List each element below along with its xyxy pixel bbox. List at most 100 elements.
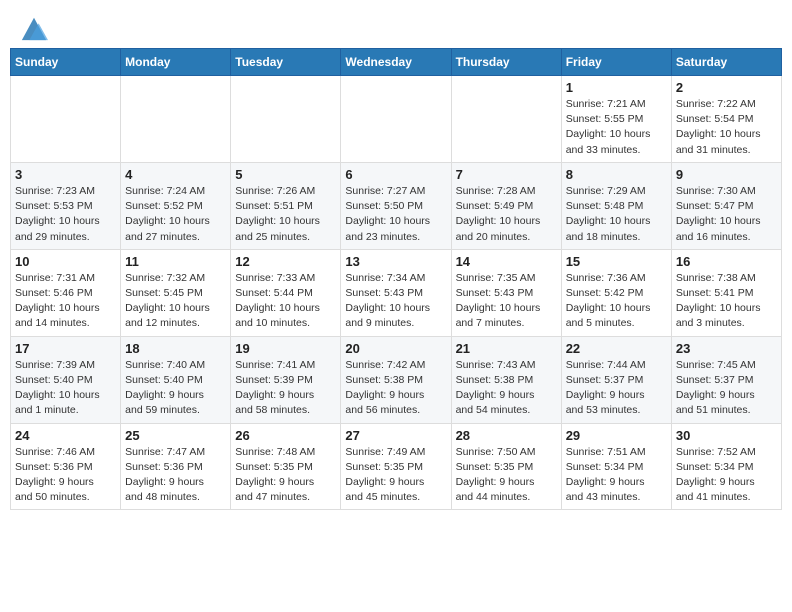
calendar-week-row: 17 Sunrise: 7:39 AMSunset: 5:40 PMDayligh… [11, 336, 782, 423]
day-info: Sunrise: 7:50 AMSunset: 5:35 PMDaylight:… [456, 445, 557, 506]
calendar-day-cell: 10 Sunrise: 7:31 AMSunset: 5:46 PMDayligh… [11, 249, 121, 336]
day-number: 24 [15, 428, 116, 443]
day-number: 13 [345, 254, 446, 269]
calendar-body: 1 Sunrise: 7:21 AMSunset: 5:55 PMDaylight… [11, 76, 782, 510]
day-number: 30 [676, 428, 777, 443]
day-number: 4 [125, 167, 226, 182]
calendar-day-cell: 6Sunrise: 7:27 AMSunset: 5:50 PMDaylight… [341, 162, 451, 249]
calendar-day-cell: 3 Sunrise: 7:23 AMSunset: 5:53 PMDaylight… [11, 162, 121, 249]
day-number: 10 [15, 254, 116, 269]
calendar-day-cell: 22 Sunrise: 7:44 AMSunset: 5:37 PMDayligh… [561, 336, 671, 423]
day-number: 27 [345, 428, 446, 443]
day-number: 1 [566, 80, 667, 95]
calendar-day-cell: 30Sunrise: 7:52 AMSunset: 5:34 PMDayligh… [671, 423, 781, 510]
calendar-day-cell: 19 Sunrise: 7:41 AMSunset: 5:39 PMDayligh… [231, 336, 341, 423]
day-number: 25 [125, 428, 226, 443]
calendar-day-cell [451, 76, 561, 163]
weekday-header-cell: Saturday [671, 49, 781, 76]
day-number: 19 [235, 341, 336, 356]
day-number: 16 [676, 254, 777, 269]
day-number: 22 [566, 341, 667, 356]
calendar-day-cell: 23 Sunrise: 7:45 AMSunset: 5:37 PMDayligh… [671, 336, 781, 423]
calendar-day-cell: 4 Sunrise: 7:24 AMSunset: 5:52 PMDaylight… [121, 162, 231, 249]
day-number: 2 [676, 80, 777, 95]
day-number: 3 [15, 167, 116, 182]
weekday-header-cell: Monday [121, 49, 231, 76]
day-info: Sunrise: 7:26 AMSunset: 5:51 PMDaylight:… [235, 184, 336, 245]
day-number: 21 [456, 341, 557, 356]
calendar-day-cell: 15 Sunrise: 7:36 AMSunset: 5:42 PMDayligh… [561, 249, 671, 336]
day-info: Sunrise: 7:40 AMSunset: 5:40 PMDaylight:… [125, 358, 226, 419]
day-info: Sunrise: 7:24 AMSunset: 5:52 PMDaylight:… [125, 184, 226, 245]
page-header [10, 10, 782, 40]
calendar-day-cell: 7Sunrise: 7:28 AMSunset: 5:49 PMDaylight… [451, 162, 561, 249]
day-info: Sunrise: 7:31 AMSunset: 5:46 PMDaylight:… [15, 271, 116, 332]
day-info: Sunrise: 7:30 AMSunset: 5:47 PMDaylight:… [676, 184, 777, 245]
calendar-week-row: 10 Sunrise: 7:31 AMSunset: 5:46 PMDayligh… [11, 249, 782, 336]
day-number: 20 [345, 341, 446, 356]
calendar-day-cell: 16 Sunrise: 7:38 AMSunset: 5:41 PMDayligh… [671, 249, 781, 336]
day-info: Sunrise: 7:47 AMSunset: 5:36 PMDaylight:… [125, 445, 226, 506]
weekday-header-cell: Thursday [451, 49, 561, 76]
calendar-day-cell: 29Sunrise: 7:51 AMSunset: 5:34 PMDayligh… [561, 423, 671, 510]
day-number: 18 [125, 341, 226, 356]
day-number: 23 [676, 341, 777, 356]
day-number: 15 [566, 254, 667, 269]
day-number: 6 [345, 167, 446, 182]
day-info: Sunrise: 7:35 AMSunset: 5:43 PMDaylight:… [456, 271, 557, 332]
day-number: 29 [566, 428, 667, 443]
calendar-day-cell: 13 Sunrise: 7:34 AMSunset: 5:43 PMDayligh… [341, 249, 451, 336]
calendar-day-cell: 2Sunrise: 7:22 AMSunset: 5:54 PMDaylight… [671, 76, 781, 163]
day-number: 5 [235, 167, 336, 182]
logo [18, 14, 48, 36]
day-info: Sunrise: 7:36 AMSunset: 5:42 PMDaylight:… [566, 271, 667, 332]
weekday-header-cell: Tuesday [231, 49, 341, 76]
day-info: Sunrise: 7:34 AMSunset: 5:43 PMDaylight:… [345, 271, 446, 332]
day-info: Sunrise: 7:32 AMSunset: 5:45 PMDaylight:… [125, 271, 226, 332]
weekday-header-cell: Wednesday [341, 49, 451, 76]
calendar-day-cell: 18 Sunrise: 7:40 AMSunset: 5:40 PMDayligh… [121, 336, 231, 423]
calendar-day-cell: 14Sunrise: 7:35 AMSunset: 5:43 PMDayligh… [451, 249, 561, 336]
weekday-header-cell: Sunday [11, 49, 121, 76]
day-info: Sunrise: 7:38 AMSunset: 5:41 PMDaylight:… [676, 271, 777, 332]
calendar-day-cell: 8Sunrise: 7:29 AMSunset: 5:48 PMDaylight… [561, 162, 671, 249]
calendar-day-cell: 27Sunrise: 7:49 AMSunset: 5:35 PMDayligh… [341, 423, 451, 510]
calendar-week-row: 3 Sunrise: 7:23 AMSunset: 5:53 PMDaylight… [11, 162, 782, 249]
day-info: Sunrise: 7:23 AMSunset: 5:53 PMDaylight:… [15, 184, 116, 245]
day-info: Sunrise: 7:43 AMSunset: 5:38 PMDaylight:… [456, 358, 557, 419]
day-info: Sunrise: 7:45 AMSunset: 5:37 PMDaylight:… [676, 358, 777, 419]
day-info: Sunrise: 7:28 AMSunset: 5:49 PMDaylight:… [456, 184, 557, 245]
day-info: Sunrise: 7:21 AMSunset: 5:55 PMDaylight:… [566, 97, 667, 158]
day-info: Sunrise: 7:41 AMSunset: 5:39 PMDaylight:… [235, 358, 336, 419]
calendar-day-cell [121, 76, 231, 163]
day-number: 17 [15, 341, 116, 356]
calendar-day-cell: 21 Sunrise: 7:43 AMSunset: 5:38 PMDayligh… [451, 336, 561, 423]
day-number: 12 [235, 254, 336, 269]
day-info: Sunrise: 7:44 AMSunset: 5:37 PMDaylight:… [566, 358, 667, 419]
calendar-day-cell: 11 Sunrise: 7:32 AMSunset: 5:45 PMDayligh… [121, 249, 231, 336]
day-info: Sunrise: 7:48 AMSunset: 5:35 PMDaylight:… [235, 445, 336, 506]
calendar-day-cell [11, 76, 121, 163]
day-info: Sunrise: 7:42 AMSunset: 5:38 PMDaylight:… [345, 358, 446, 419]
calendar-day-cell [341, 76, 451, 163]
calendar-day-cell: 25 Sunrise: 7:47 AMSunset: 5:36 PMDayligh… [121, 423, 231, 510]
calendar-day-cell: 12Sunrise: 7:33 AMSunset: 5:44 PMDayligh… [231, 249, 341, 336]
calendar-day-cell: 9 Sunrise: 7:30 AMSunset: 5:47 PMDaylight… [671, 162, 781, 249]
day-number: 8 [566, 167, 667, 182]
calendar-week-row: 24Sunrise: 7:46 AMSunset: 5:36 PMDayligh… [11, 423, 782, 510]
calendar-day-cell: 20 Sunrise: 7:42 AMSunset: 5:38 PMDayligh… [341, 336, 451, 423]
calendar-day-cell: 24Sunrise: 7:46 AMSunset: 5:36 PMDayligh… [11, 423, 121, 510]
weekday-header-cell: Friday [561, 49, 671, 76]
calendar-day-cell: 26Sunrise: 7:48 AMSunset: 5:35 PMDayligh… [231, 423, 341, 510]
calendar-day-cell: 5 Sunrise: 7:26 AMSunset: 5:51 PMDaylight… [231, 162, 341, 249]
calendar-day-cell: 17 Sunrise: 7:39 AMSunset: 5:40 PMDayligh… [11, 336, 121, 423]
day-info: Sunrise: 7:39 AMSunset: 5:40 PMDaylight:… [15, 358, 116, 419]
weekday-header-row: SundayMondayTuesdayWednesdayThursdayFrid… [11, 49, 782, 76]
day-number: 9 [676, 167, 777, 182]
day-number: 11 [125, 254, 226, 269]
day-number: 28 [456, 428, 557, 443]
logo-icon [20, 14, 48, 42]
calendar-table: SundayMondayTuesdayWednesdayThursdayFrid… [10, 48, 782, 510]
calendar-day-cell [231, 76, 341, 163]
calendar-week-row: 1 Sunrise: 7:21 AMSunset: 5:55 PMDaylight… [11, 76, 782, 163]
